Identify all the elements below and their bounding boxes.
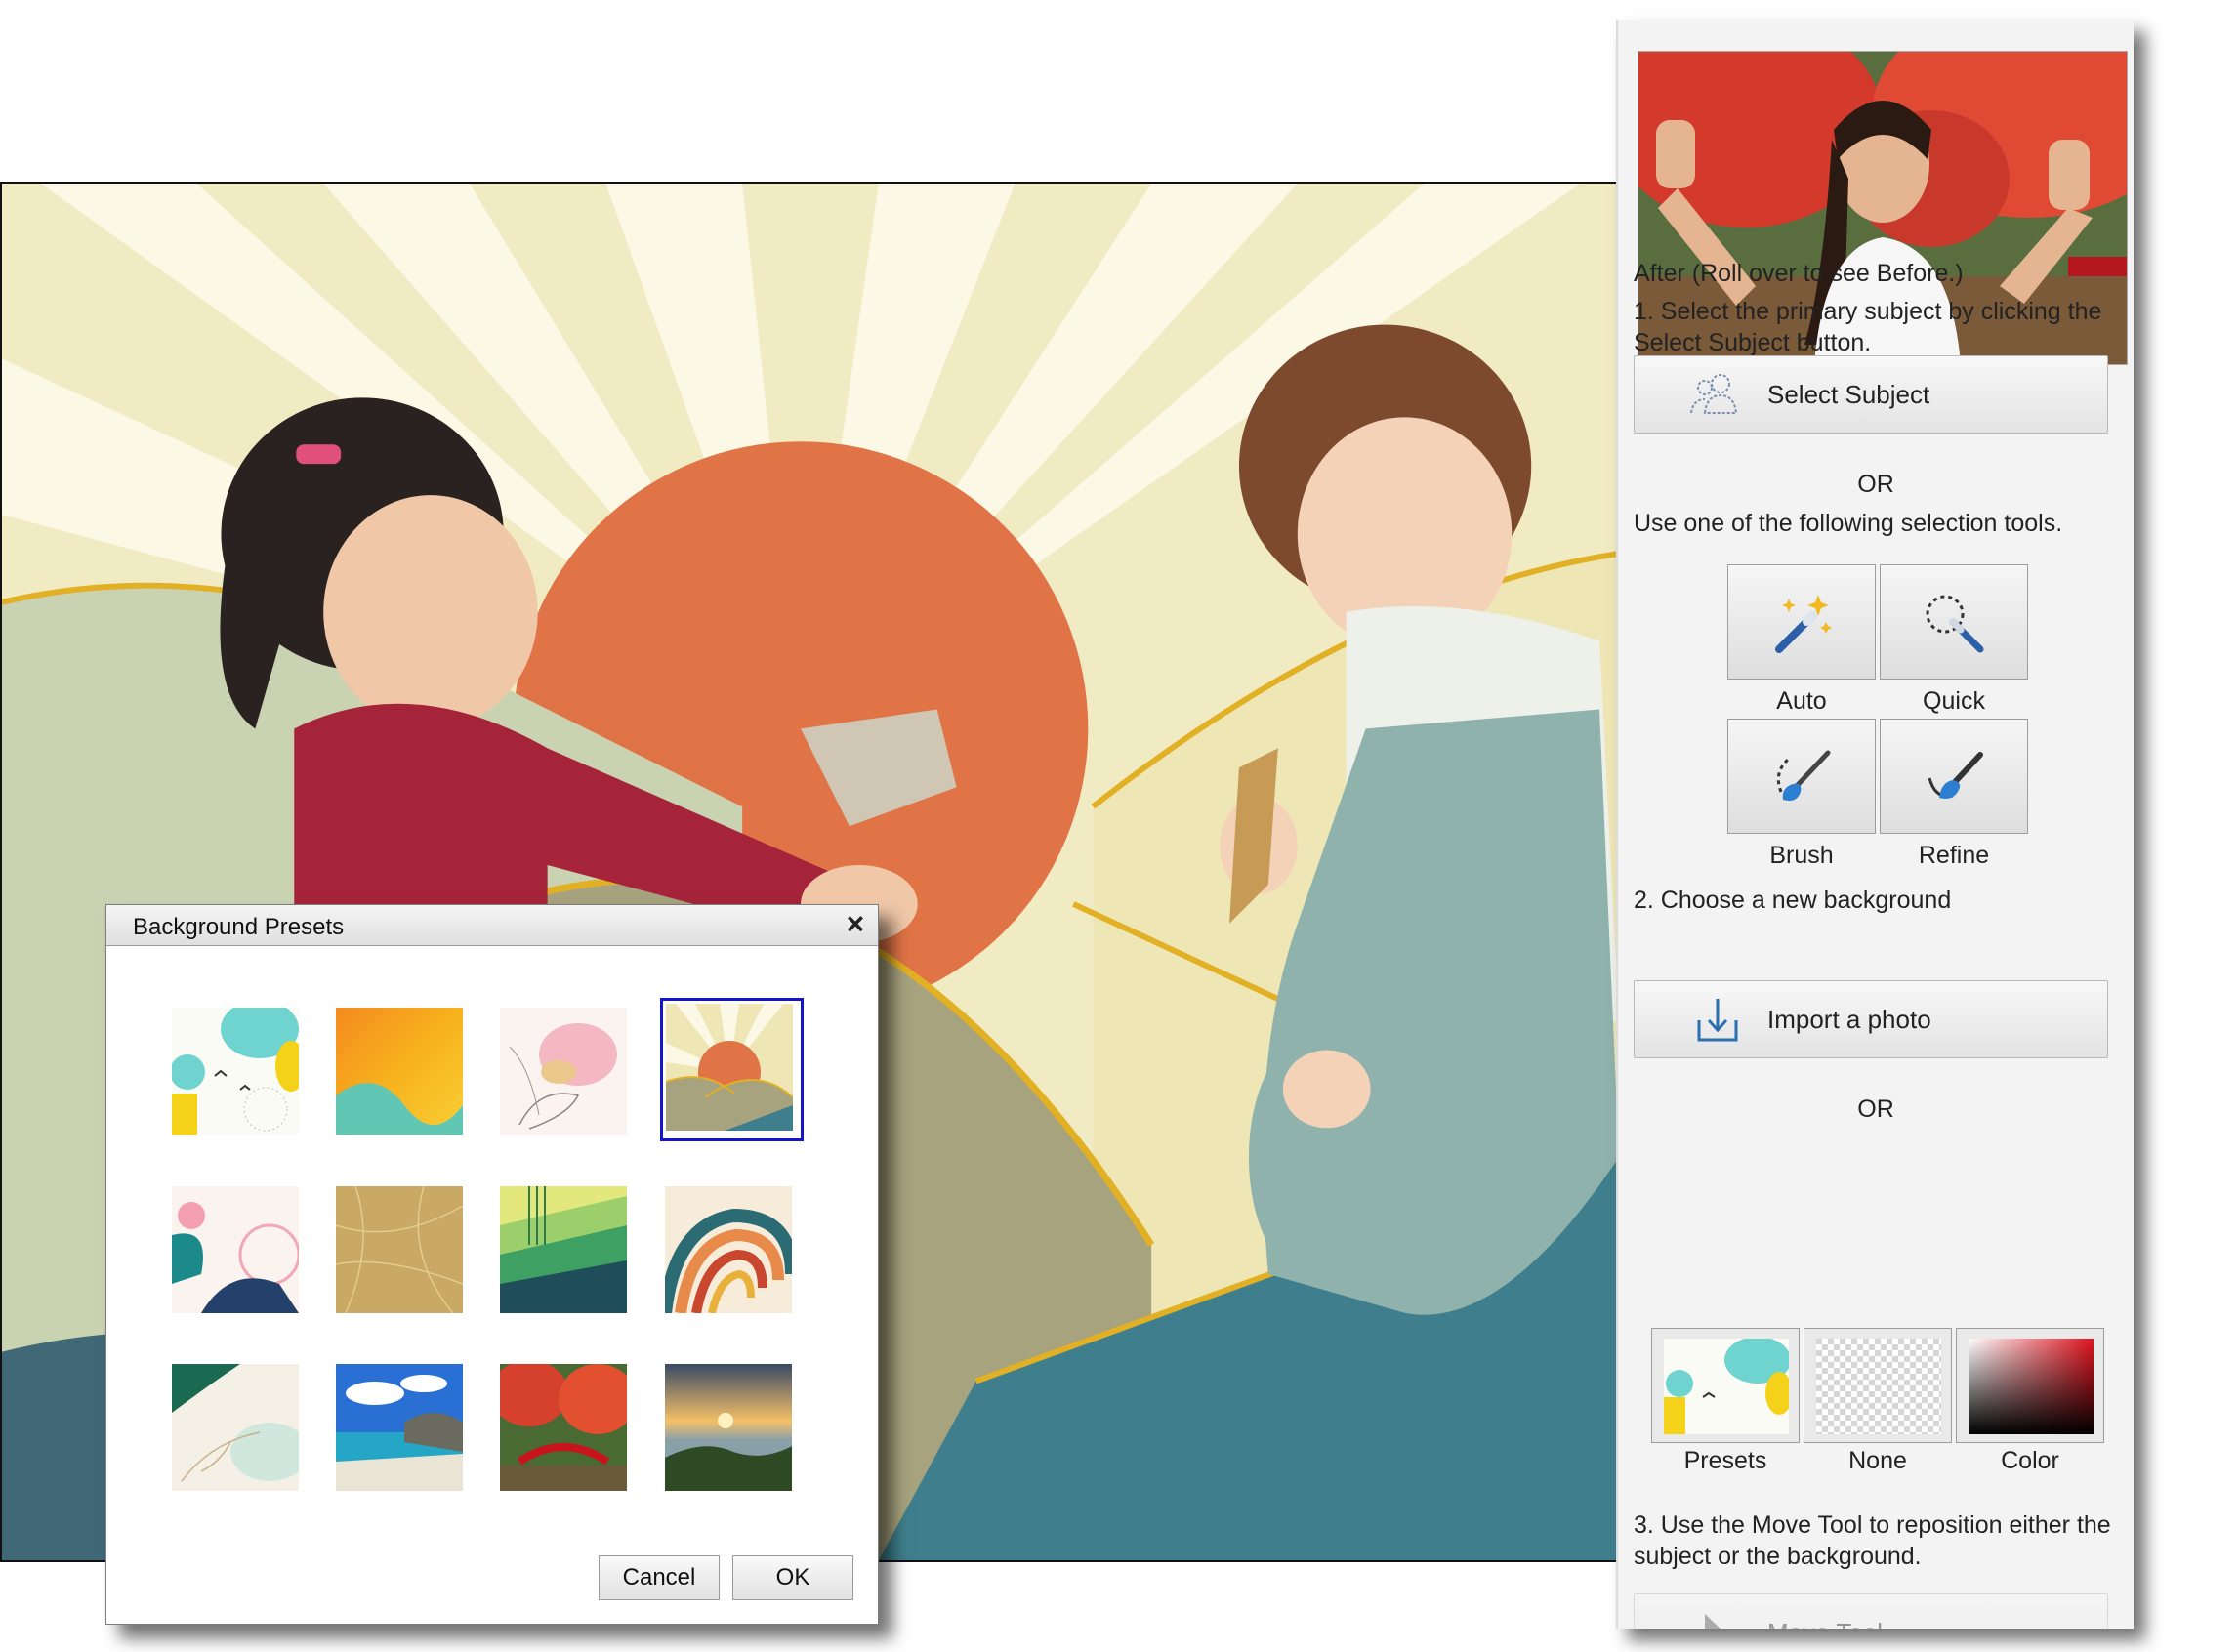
background-presets-dialog: Background Presets × Cancel OK: [105, 904, 879, 1625]
dialog-titlebar[interactable]: Background Presets ×: [106, 905, 878, 946]
none-label: None: [1848, 1447, 1907, 1474]
preset-thumbnail-retro-waves[interactable]: [665, 1186, 792, 1313]
import-icon: [1697, 999, 1738, 1042]
presets-label: Presets: [1683, 1447, 1767, 1474]
quick-tool-label: Quick: [1923, 687, 1985, 715]
preset-thumbnail-abstract-confetti[interactable]: [172, 1008, 299, 1135]
quick-selection-tool-button[interactable]: [1880, 564, 2028, 680]
preset-thumbnail-tropical-beach[interactable]: [336, 1364, 463, 1491]
refine-selection-tool-button[interactable]: [1880, 719, 2028, 834]
preset-thumbnail-green-stripes[interactable]: [500, 1186, 627, 1313]
move-tool-button[interactable]: Move Tool: [1634, 1593, 2108, 1629]
or-separator-1: OR: [1857, 471, 1894, 498]
preset-thumbnail-sunset-valley[interactable]: [665, 1364, 792, 1491]
step2-instructions: 2. Choose a new background: [1634, 887, 1952, 914]
preset-thumbnail-leaf-line-art[interactable]: [172, 1364, 299, 1491]
transparent-thumbnail: [1816, 1339, 1941, 1434]
selected-preset-highlight: [660, 998, 804, 1141]
auto-tool-label: Auto: [1776, 687, 1827, 715]
select-subject-label: Select Subject: [1767, 379, 1930, 409]
selection-brush-icon: [1776, 750, 1831, 801]
cancel-button[interactable]: Cancel: [599, 1555, 720, 1600]
ok-button[interactable]: OK: [732, 1555, 853, 1600]
color-picker-thumbnail: [1969, 1339, 2094, 1434]
people-icon: [1690, 374, 1738, 414]
preset-thumbnail-pastel-circles[interactable]: [172, 1186, 299, 1313]
selection-tools-instructions: Use one of the following selection tools…: [1634, 510, 2063, 537]
import-photo-button[interactable]: Import a photo: [1634, 980, 2108, 1058]
quick-selection-icon: [1926, 595, 1984, 653]
brush-selection-tool-button[interactable]: [1727, 719, 1876, 834]
preset-thumbnail-gold-lines[interactable]: [336, 1186, 463, 1313]
brush-tool-label: Brush: [1769, 842, 1834, 869]
guided-edit-panel: After (Roll over to see Before.) 1. Sele…: [1616, 20, 2134, 1629]
close-icon[interactable]: ×: [841, 908, 870, 939]
or-separator-2: OR: [1857, 1095, 1894, 1123]
move-tool-icon: [1705, 1614, 1721, 1629]
color-option-button[interactable]: [1956, 1328, 2104, 1443]
select-subject-button[interactable]: Select Subject: [1634, 355, 2108, 434]
preset-thumbnail-watercolor-flower[interactable]: [500, 1008, 627, 1135]
step3-instructions: 3. Use the Move Tool to reposition eithe…: [1634, 1511, 2111, 1570]
auto-selection-tool-button[interactable]: [1727, 564, 1876, 680]
presets-option-button[interactable]: [1651, 1328, 1800, 1443]
refine-brush-icon: [1928, 752, 1983, 799]
dialog-title: Background Presets: [133, 914, 345, 940]
none-option-button[interactable]: [1804, 1328, 1952, 1443]
preset-thumbnail-orange-gradient[interactable]: [336, 1008, 463, 1135]
refine-tool-label: Refine: [1918, 842, 1990, 869]
step1-instructions: 1. Select the primary subject by clickin…: [1634, 298, 2102, 356]
color-label: Color: [2001, 1447, 2059, 1474]
move-tool-label: Move Tool: [1767, 1618, 1883, 1630]
magic-wand-icon: [1775, 595, 1832, 653]
preview-caption: After (Roll over to see Before.): [1634, 260, 1964, 287]
import-photo-label: Import a photo: [1767, 1004, 1931, 1034]
preset-thumbnail-red-bridge-garden[interactable]: [500, 1364, 627, 1491]
presets-thumbnail: [1664, 1339, 1789, 1434]
